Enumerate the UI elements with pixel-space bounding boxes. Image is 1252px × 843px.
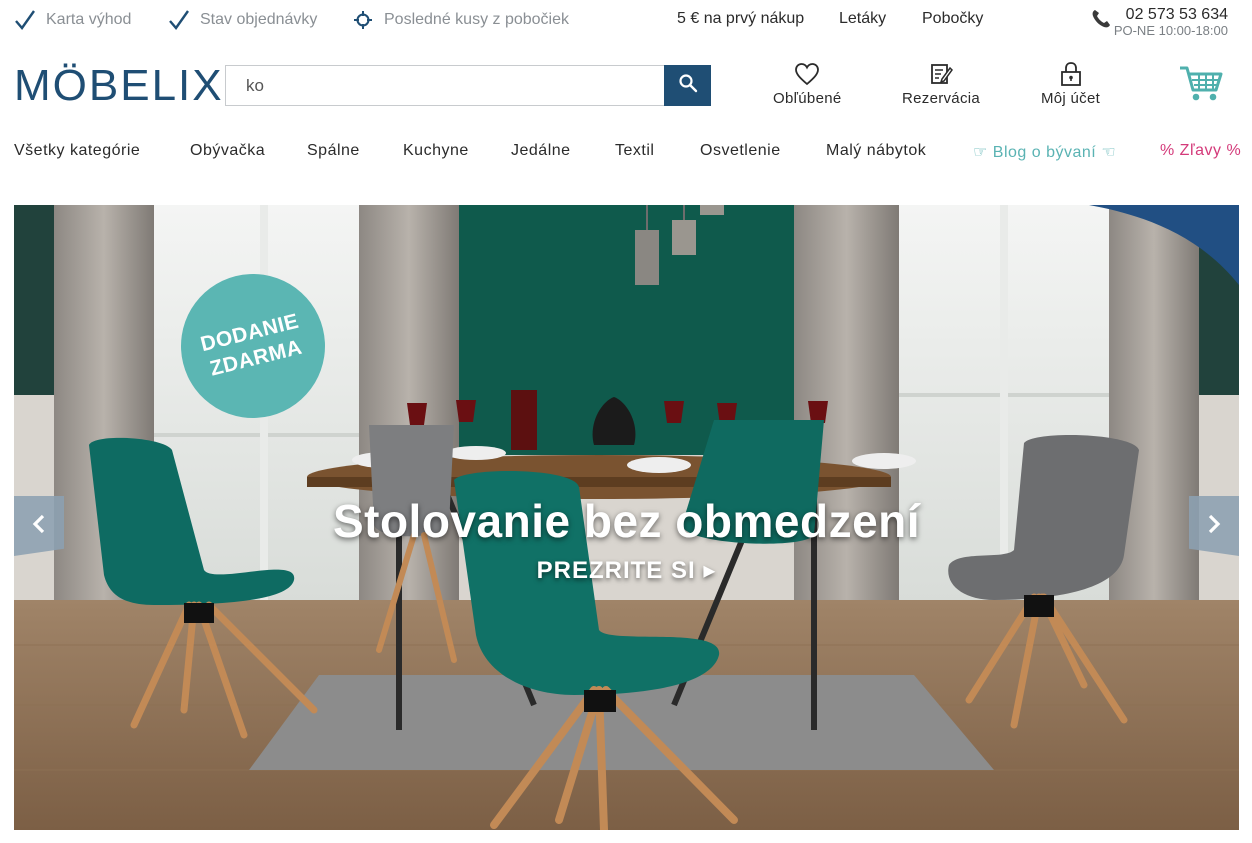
nav-item-kitchens[interactable]: Kuchyne [403,142,469,160]
mobelix-logo[interactable]: MÖBELIX [14,64,224,108]
nav-item-dining[interactable]: Jedálne [511,142,571,160]
search-button[interactable] [664,65,711,106]
phone-contact[interactable]: 02 573 53 634 PO-NE 10:00-18:00 [1090,6,1240,38]
nav-item-blog[interactable]: ☞ Blog o bývaní ☜ [973,142,1116,162]
nav-item-sale[interactable]: % Zľavy % [1160,142,1241,160]
last-pieces-link[interactable]: Posledné kusy z pobočiek [352,9,569,31]
carousel-next-button[interactable] [1189,496,1239,556]
favorites-label: Obľúbené [773,90,842,107]
hero-cta-link[interactable]: PREZRITE SI ▸ [14,556,1239,585]
checkmark-icon [14,9,36,31]
phone-number: 02 573 53 634 [1125,6,1228,23]
carousel-prev-button[interactable] [14,496,64,556]
opening-hours: PO-NE 10:00-18:00 [1113,23,1228,38]
leaflets-link[interactable]: Letáky [839,10,886,28]
phone-icon [1090,8,1112,35]
search-bar [225,65,711,106]
search-input[interactable] [226,66,664,105]
loyalty-card-link[interactable]: Karta výhod [14,9,131,31]
nav-item-small-furniture[interactable]: Malý nábytok [826,142,926,160]
order-status-label: Stav objednávky [200,11,318,28]
category-nav: Všetky kategórie Obývačka Spálne Kuchyne… [0,142,1252,164]
my-account-label: Môj účet [1041,90,1101,107]
reservation-link[interactable]: Rezervácia [902,60,980,107]
chevron-right-icon [1206,514,1222,539]
search-icon [678,73,698,98]
last-pieces-label: Posledné kusy z pobočiek [384,11,569,28]
hero-banner[interactable]: DODANIE ZDARMA Stolovanie bez obmedzení … [14,205,1239,830]
nav-item-living-room[interactable]: Obývačka [190,142,265,160]
location-target-icon [352,9,374,31]
hero-headline: Stolovanie bez obmedzení [332,495,921,547]
loyalty-card-label: Karta výhod [46,11,132,28]
nav-item-all-categories[interactable]: Všetky kategórie [14,142,140,160]
lock-icon [1057,60,1085,88]
first-purchase-link[interactable]: 5 € na prvý nákup [677,10,804,28]
reservation-label: Rezervácia [902,90,981,107]
branches-link[interactable]: Pobočky [922,10,983,28]
nav-item-bedrooms[interactable]: Spálne [307,142,360,160]
top-utility-bar: Karta výhod Stav objednávky Posledné kus… [0,0,1252,40]
heart-icon [793,60,821,88]
nav-item-textile[interactable]: Textil [615,142,654,160]
favorites-link[interactable]: Obľúbené [773,60,842,107]
order-status-link[interactable]: Stav objednávky [168,9,317,31]
reservation-icon [927,60,955,88]
nav-item-lighting[interactable]: Osvetlenie [700,142,781,160]
my-account-link[interactable]: Môj účet [1041,60,1100,107]
cart-icon [1178,66,1224,108]
checkmark-icon [168,9,190,31]
cart-button[interactable] [1178,64,1224,109]
chevron-left-icon [31,514,47,539]
